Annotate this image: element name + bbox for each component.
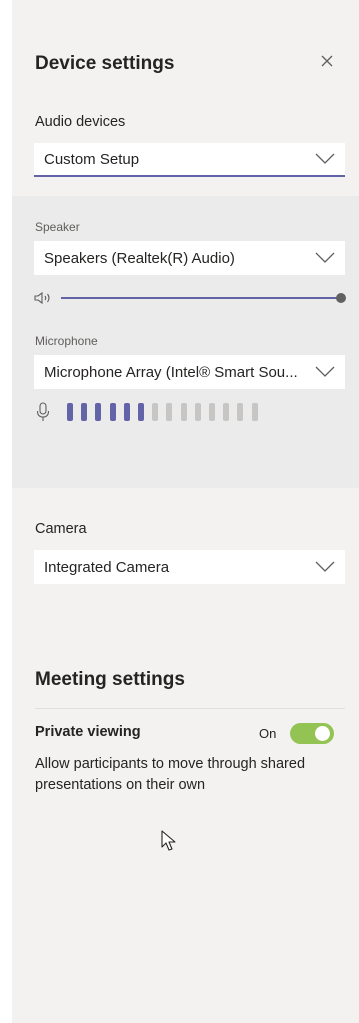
speaker-label: Speaker [35,220,80,234]
mic-level-bar [123,403,130,421]
microphone-value: Microphone Array (Intel® Smart Sou... [44,363,298,381]
mic-level-bar [152,403,159,421]
camera-dropdown[interactable]: Integrated Camera [34,550,345,584]
mouse-cursor-icon [161,830,176,851]
device-settings-panel: Device settings Audio devices Custom Set… [12,0,359,1023]
close-button[interactable] [318,52,336,70]
mic-level-bar [81,403,88,421]
volume-slider-track[interactable] [61,297,341,299]
audio-devices-dropdown[interactable]: Custom Setup [34,143,345,177]
toggle-knob [315,726,330,741]
chevron-down-icon [315,366,335,377]
mic-level-bar [194,403,201,421]
mic-level-bar [166,403,173,421]
divider [35,708,345,709]
camera-label: Camera [35,521,87,537]
mic-level-bar [209,403,215,421]
mic-level-bar [237,403,244,421]
speaker-value: Speakers (Realtek(R) Audio) [44,249,235,267]
close-icon [321,55,333,67]
mic-level-bar [95,403,102,421]
private-viewing-label: Private viewing [35,724,141,740]
microphone-icon [36,402,50,421]
mic-level-bar [223,403,230,421]
mic-level-bar [67,403,73,421]
panel-title: Device settings [35,53,175,74]
audio-devices-label: Audio devices [35,114,126,130]
private-viewing-toggle[interactable] [290,723,334,744]
speaker-volume-icon [34,291,50,305]
camera-value: Integrated Camera [44,558,170,576]
speaker-dropdown[interactable]: Speakers (Realtek(R) Audio) [34,241,345,275]
mic-level-bar [109,403,116,421]
audio-devices-value: Custom Setup [44,150,140,168]
microphone-dropdown[interactable]: Microphone Array (Intel® Smart Sou... [34,355,345,389]
mic-level-bar [180,403,187,421]
private-viewing-state: On [259,726,277,741]
private-viewing-description: Allow participants to move through share… [35,756,306,793]
microphone-label: Microphone [35,334,98,348]
chevron-down-icon [315,153,335,164]
mic-level-bar [138,403,144,421]
volume-slider-thumb[interactable] [336,293,346,303]
chevron-down-icon [315,252,335,263]
meeting-settings-heading: Meeting settings [35,669,185,690]
mic-level-bar [251,403,258,421]
chevron-down-icon [315,561,335,572]
